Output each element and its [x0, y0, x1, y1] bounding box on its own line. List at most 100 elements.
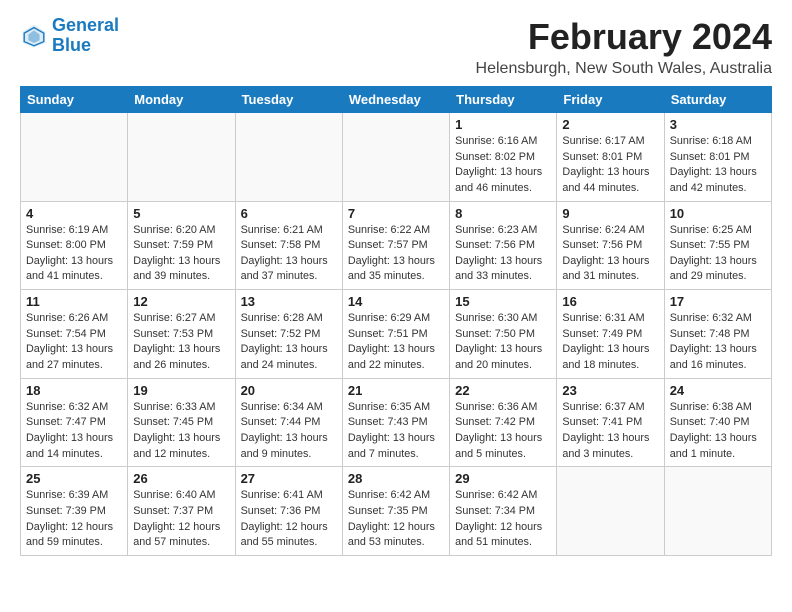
calendar-cell: 24 Sunrise: 6:38 AM Sunset: 7:40 PM Dayli…: [664, 378, 771, 467]
day-info: Sunrise: 6:21 AM Sunset: 7:58 PM Dayligh…: [241, 223, 337, 286]
calendar-cell: [128, 113, 235, 202]
day-info: Sunrise: 6:40 AM Sunset: 7:37 PM Dayligh…: [133, 488, 229, 551]
day-info: Sunrise: 6:33 AM Sunset: 7:45 PM Dayligh…: [133, 400, 229, 463]
col-header-thursday: Thursday: [450, 87, 557, 113]
calendar-cell: 6 Sunrise: 6:21 AM Sunset: 7:58 PM Daylig…: [235, 201, 342, 290]
page-subtitle: Helensburgh, New South Wales, Australia: [476, 60, 772, 78]
calendar-cell: 1Sunrise: 6:16 AM Sunset: 8:02 PM Daylig…: [450, 113, 557, 202]
day-number: 20: [241, 383, 337, 398]
day-number: 25: [26, 471, 122, 486]
day-info: Sunrise: 6:19 AM Sunset: 8:00 PM Dayligh…: [26, 223, 122, 286]
calendar-cell: 16 Sunrise: 6:31 AM Sunset: 7:49 PM Dayli…: [557, 290, 664, 379]
logo: General Blue: [20, 16, 119, 56]
day-info: Sunrise: 6:38 AM Sunset: 7:40 PM Dayligh…: [670, 400, 766, 463]
day-number: 3: [670, 117, 766, 132]
day-info: Sunrise: 6:37 AM Sunset: 7:41 PM Dayligh…: [562, 400, 658, 463]
calendar-header-row: SundayMondayTuesdayWednesdayThursdayFrid…: [21, 87, 772, 113]
page-title: February 2024: [476, 16, 772, 58]
calendar-cell: 20 Sunrise: 6:34 AM Sunset: 7:44 PM Dayli…: [235, 378, 342, 467]
day-number: 1: [455, 117, 551, 132]
day-info: Sunrise: 6:34 AM Sunset: 7:44 PM Dayligh…: [241, 400, 337, 463]
day-info: Sunrise: 6:28 AM Sunset: 7:52 PM Dayligh…: [241, 311, 337, 374]
day-info: Sunrise: 6:26 AM Sunset: 7:54 PM Dayligh…: [26, 311, 122, 374]
day-number: 23: [562, 383, 658, 398]
day-number: 21: [348, 383, 444, 398]
calendar-cell: 10 Sunrise: 6:25 AM Sunset: 7:55 PM Dayli…: [664, 201, 771, 290]
calendar-cell: 7 Sunrise: 6:22 AM Sunset: 7:57 PM Daylig…: [342, 201, 449, 290]
calendar-week-5: 25 Sunrise: 6:39 AM Sunset: 7:39 PM Dayli…: [21, 467, 772, 556]
logo-text: General Blue: [52, 16, 119, 56]
col-header-saturday: Saturday: [664, 87, 771, 113]
day-number: 2: [562, 117, 658, 132]
calendar-cell: 29 Sunrise: 6:42 AM Sunset: 7:34 PM Dayli…: [450, 467, 557, 556]
day-number: 27: [241, 471, 337, 486]
day-info: Sunrise: 6:35 AM Sunset: 7:43 PM Dayligh…: [348, 400, 444, 463]
day-number: 18: [26, 383, 122, 398]
calendar-cell: [342, 113, 449, 202]
day-info: Sunrise: 6:23 AM Sunset: 7:56 PM Dayligh…: [455, 223, 551, 286]
logo-icon: [20, 22, 48, 50]
day-info: Sunrise: 6:41 AM Sunset: 7:36 PM Dayligh…: [241, 488, 337, 551]
day-number: 17: [670, 294, 766, 309]
day-info: Sunrise: 6:22 AM Sunset: 7:57 PM Dayligh…: [348, 223, 444, 286]
day-info: Sunrise: 6:32 AM Sunset: 7:48 PM Dayligh…: [670, 311, 766, 374]
day-info: Sunrise: 6:36 AM Sunset: 7:42 PM Dayligh…: [455, 400, 551, 463]
day-info: Sunrise: 6:42 AM Sunset: 7:34 PM Dayligh…: [455, 488, 551, 551]
calendar-cell: [557, 467, 664, 556]
calendar-cell: 27 Sunrise: 6:41 AM Sunset: 7:36 PM Dayli…: [235, 467, 342, 556]
logo-general: General: [52, 15, 119, 35]
day-number: 26: [133, 471, 229, 486]
col-header-wednesday: Wednesday: [342, 87, 449, 113]
calendar-week-2: 4 Sunrise: 6:19 AM Sunset: 8:00 PM Daylig…: [21, 201, 772, 290]
day-info: Sunrise: 6:20 AM Sunset: 7:59 PM Dayligh…: [133, 223, 229, 286]
day-number: 6: [241, 206, 337, 221]
day-info: Sunrise: 6:30 AM Sunset: 7:50 PM Dayligh…: [455, 311, 551, 374]
calendar-cell: [21, 113, 128, 202]
day-info: Sunrise: 6:39 AM Sunset: 7:39 PM Dayligh…: [26, 488, 122, 551]
day-number: 24: [670, 383, 766, 398]
calendar-cell: [235, 113, 342, 202]
calendar-cell: 28Sunrise: 6:42 AM Sunset: 7:35 PM Dayli…: [342, 467, 449, 556]
logo-blue: Blue: [52, 35, 91, 55]
calendar-cell: 3Sunrise: 6:18 AM Sunset: 8:01 PM Daylig…: [664, 113, 771, 202]
day-info: Sunrise: 6:31 AM Sunset: 7:49 PM Dayligh…: [562, 311, 658, 374]
calendar-cell: 11 Sunrise: 6:26 AM Sunset: 7:54 PM Dayli…: [21, 290, 128, 379]
day-number: 5: [133, 206, 229, 221]
day-number: 11: [26, 294, 122, 309]
day-info: Sunrise: 6:17 AM Sunset: 8:01 PM Dayligh…: [562, 134, 658, 197]
day-info: Sunrise: 6:32 AM Sunset: 7:47 PM Dayligh…: [26, 400, 122, 463]
day-number: 15: [455, 294, 551, 309]
calendar-cell: 8 Sunrise: 6:23 AM Sunset: 7:56 PM Daylig…: [450, 201, 557, 290]
calendar-cell: 21 Sunrise: 6:35 AM Sunset: 7:43 PM Dayli…: [342, 378, 449, 467]
day-info: Sunrise: 6:25 AM Sunset: 7:55 PM Dayligh…: [670, 223, 766, 286]
calendar-cell: 14 Sunrise: 6:29 AM Sunset: 7:51 PM Dayli…: [342, 290, 449, 379]
day-number: 13: [241, 294, 337, 309]
day-number: 9: [562, 206, 658, 221]
day-info: Sunrise: 6:42 AM Sunset: 7:35 PM Dayligh…: [348, 488, 444, 551]
calendar-cell: 18 Sunrise: 6:32 AM Sunset: 7:47 PM Dayli…: [21, 378, 128, 467]
title-area: February 2024 Helensburgh, New South Wal…: [476, 16, 772, 78]
calendar-cell: 5 Sunrise: 6:20 AM Sunset: 7:59 PM Daylig…: [128, 201, 235, 290]
calendar-cell: 26 Sunrise: 6:40 AM Sunset: 7:37 PM Dayli…: [128, 467, 235, 556]
day-number: 7: [348, 206, 444, 221]
day-number: 16: [562, 294, 658, 309]
day-number: 4: [26, 206, 122, 221]
calendar-cell: 9Sunrise: 6:24 AM Sunset: 7:56 PM Daylig…: [557, 201, 664, 290]
day-number: 19: [133, 383, 229, 398]
calendar-cell: 4 Sunrise: 6:19 AM Sunset: 8:00 PM Daylig…: [21, 201, 128, 290]
col-header-friday: Friday: [557, 87, 664, 113]
day-info: Sunrise: 6:27 AM Sunset: 7:53 PM Dayligh…: [133, 311, 229, 374]
calendar-cell: 17 Sunrise: 6:32 AM Sunset: 7:48 PM Dayli…: [664, 290, 771, 379]
day-number: 10: [670, 206, 766, 221]
col-header-sunday: Sunday: [21, 87, 128, 113]
day-info: Sunrise: 6:29 AM Sunset: 7:51 PM Dayligh…: [348, 311, 444, 374]
calendar-cell: 2 Sunrise: 6:17 AM Sunset: 8:01 PM Daylig…: [557, 113, 664, 202]
calendar-cell: 13 Sunrise: 6:28 AM Sunset: 7:52 PM Dayli…: [235, 290, 342, 379]
day-number: 14: [348, 294, 444, 309]
day-number: 22: [455, 383, 551, 398]
day-number: 8: [455, 206, 551, 221]
calendar-cell: 15 Sunrise: 6:30 AM Sunset: 7:50 PM Dayli…: [450, 290, 557, 379]
calendar-cell: 25 Sunrise: 6:39 AM Sunset: 7:39 PM Dayli…: [21, 467, 128, 556]
day-number: 12: [133, 294, 229, 309]
day-number: 29: [455, 471, 551, 486]
